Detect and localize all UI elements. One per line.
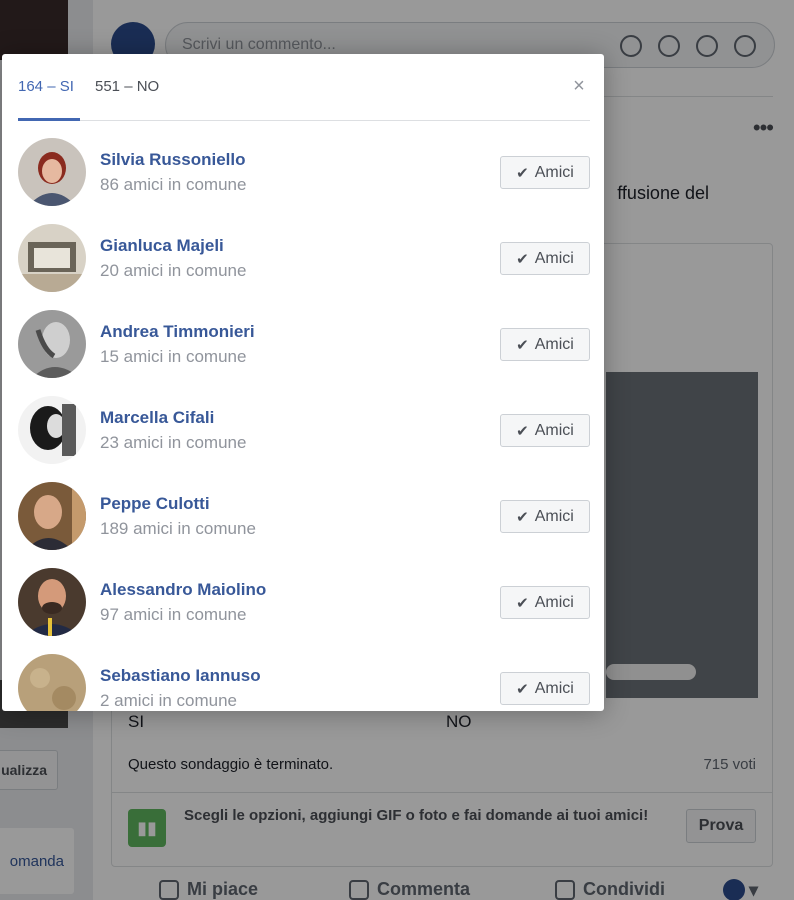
avatar[interactable]: [18, 310, 86, 378]
list-item: Silvia Russoniello 86 amici in comune ✔ …: [18, 122, 590, 208]
avatar[interactable]: [18, 224, 86, 292]
check-icon: ✔: [516, 250, 529, 268]
person-name[interactable]: Silvia Russoniello: [100, 150, 246, 170]
check-icon: ✔: [516, 164, 529, 182]
friends-button-label: Amici: [534, 163, 574, 181]
tab-no[interactable]: 551 – NO: [95, 78, 159, 95]
check-icon: ✔: [516, 680, 529, 698]
list-item: Gianluca Majeli 20 amici in comune ✔ Ami…: [18, 208, 590, 294]
person-name[interactable]: Marcella Cifali: [100, 408, 214, 428]
friends-button[interactable]: ✔ Amici: [500, 586, 590, 619]
list-item: Peppe Culotti 189 amici in comune ✔ Amic…: [18, 466, 590, 552]
mutual-friends[interactable]: 2 amici in comune: [100, 691, 237, 711]
avatar[interactable]: [18, 568, 86, 636]
friends-button-label: Amici: [534, 249, 574, 267]
avatar[interactable]: [18, 396, 86, 464]
person-name[interactable]: Andrea Timmonieri: [100, 322, 255, 342]
vote-tabs: 164 – SI 551 – NO: [18, 54, 590, 121]
person-name[interactable]: Alessandro Maiolino: [100, 580, 266, 600]
check-icon: ✔: [516, 594, 529, 612]
friends-button-label: Amici: [534, 507, 574, 525]
avatar[interactable]: [18, 654, 86, 711]
voters-dialog: 164 – SI 551 – NO × Silvia Russoniello 8…: [2, 54, 604, 711]
person-name[interactable]: Sebastiano Iannuso: [100, 666, 261, 686]
list-item: Sebastiano Iannuso 2 amici in comune ✔ A…: [18, 638, 590, 711]
friends-button-label: Amici: [534, 679, 574, 697]
friends-button[interactable]: ✔ Amici: [500, 242, 590, 275]
friends-button-label: Amici: [534, 335, 574, 353]
list-item: Marcella Cifali 23 amici in comune ✔ Ami…: [18, 380, 590, 466]
mutual-friends[interactable]: 20 amici in comune: [100, 261, 246, 281]
check-icon: ✔: [516, 422, 529, 440]
mutual-friends[interactable]: 86 amici in comune: [100, 175, 246, 195]
person-name[interactable]: Peppe Culotti: [100, 494, 210, 514]
mutual-friends[interactable]: 97 amici in comune: [100, 605, 246, 625]
friends-button[interactable]: ✔ Amici: [500, 156, 590, 189]
friends-button[interactable]: ✔ Amici: [500, 672, 590, 705]
mutual-friends[interactable]: 23 amici in comune: [100, 433, 246, 453]
friends-button-label: Amici: [534, 421, 574, 439]
avatar[interactable]: [18, 138, 86, 206]
active-tab-indicator: [18, 118, 80, 121]
friends-button[interactable]: ✔ Amici: [500, 500, 590, 533]
person-name[interactable]: Gianluca Majeli: [100, 236, 224, 256]
close-icon[interactable]: ×: [570, 76, 588, 96]
mutual-friends[interactable]: 189 amici in comune: [100, 519, 256, 539]
avatar[interactable]: [18, 482, 86, 550]
friends-button-label: Amici: [534, 593, 574, 611]
check-icon: ✔: [516, 508, 529, 526]
tab-yes[interactable]: 164 – SI: [18, 78, 74, 95]
list-item: Andrea Timmonieri 15 amici in comune ✔ A…: [18, 294, 590, 380]
friends-button[interactable]: ✔ Amici: [500, 414, 590, 447]
list-item: Alessandro Maiolino 97 amici in comune ✔…: [18, 552, 590, 638]
check-icon: ✔: [516, 336, 529, 354]
friends-button[interactable]: ✔ Amici: [500, 328, 590, 361]
mutual-friends[interactable]: 15 amici in comune: [100, 347, 246, 367]
voter-list[interactable]: Silvia Russoniello 86 amici in comune ✔ …: [2, 122, 604, 711]
